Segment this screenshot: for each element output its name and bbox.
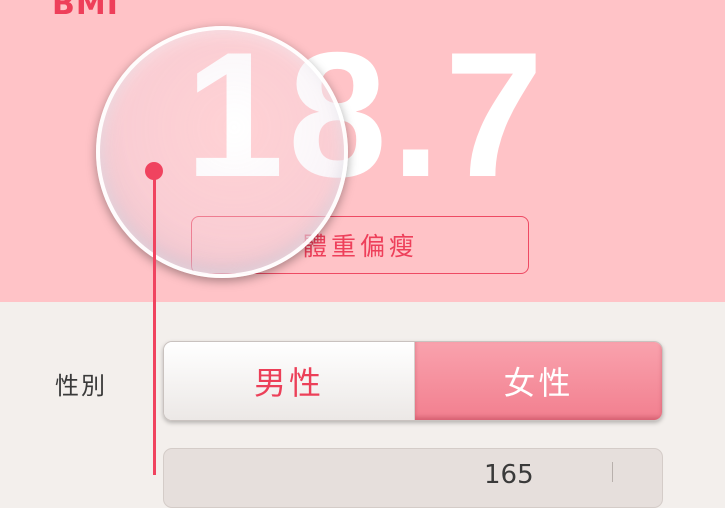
gender-option-male[interactable]: 男性 [164, 342, 415, 420]
height-value: 165 [484, 460, 534, 490]
gender-option-female-label: 女性 [503, 364, 574, 402]
bmi-label: BMI [52, 0, 119, 22]
gender-segmented-control: 男性 女性 [163, 341, 663, 421]
height-field[interactable] [163, 448, 663, 508]
lens-pointer-line [153, 171, 156, 475]
magnifier-lens-icon [96, 26, 348, 278]
gender-option-female[interactable]: 女性 [415, 342, 662, 420]
gender-label: 性別 [55, 372, 107, 400]
height-field-divider [612, 462, 613, 482]
gender-option-male-label: 男性 [253, 364, 324, 402]
status-text: 體重偏瘦 [301, 232, 418, 261]
